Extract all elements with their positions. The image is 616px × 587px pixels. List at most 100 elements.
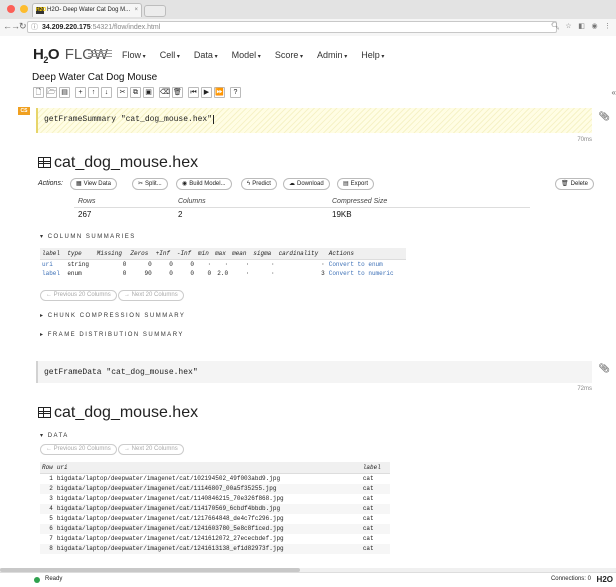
minimize-window-button[interactable]: [20, 5, 28, 13]
next-columns-button[interactable]: → Next 20 Columns: [118, 290, 184, 301]
column-label-link[interactable]: label: [40, 269, 65, 278]
paperclip-icon[interactable]: 📎︎: [599, 363, 610, 374]
table-cell: bigdata/laptop/deepwater/imagenet/cat/12…: [54, 524, 361, 534]
menu-score[interactable]: Score: [275, 50, 303, 60]
table-cell: cat: [360, 524, 390, 534]
tab-close-icon[interactable]: ×: [134, 4, 138, 17]
table-cell: string: [67, 261, 89, 268]
column-header: Row: [40, 462, 55, 474]
eraser-icon[interactable]: ⌫: [159, 87, 170, 98]
menu-model[interactable]: Model: [232, 50, 261, 60]
connections-status: Connections: 0: [550, 576, 591, 582]
cell-type-badge[interactable]: CS: [18, 107, 30, 115]
table-cell: 0: [122, 270, 127, 277]
chunk-compression-toggle[interactable]: ▸ CHUNK COMPRESSION SUMMARY: [40, 312, 185, 319]
new-file-icon[interactable]: 🗋: [33, 87, 44, 98]
zoom-icon[interactable]: 🔍︎: [551, 22, 560, 31]
menu-flow[interactable]: Flow: [122, 50, 146, 60]
divider: [74, 207, 530, 208]
table-cell: 1: [49, 475, 53, 482]
view-data-button[interactable]: ▦ View Data: [70, 178, 117, 190]
h2o-brand-icon: H2O: [596, 575, 613, 584]
open-folder-icon[interactable]: 🗁: [46, 87, 57, 98]
copy-icon[interactable]: ⧉: [130, 87, 141, 98]
notebook-content: CS getFrameSummary "cat_dog_mouse.hex" 📎…: [0, 100, 616, 568]
export-button[interactable]: ▤ Export: [337, 178, 375, 190]
previous-columns-button[interactable]: ← Previous 20 Columns: [40, 290, 117, 301]
h2o-favicon-icon: H2O: [36, 7, 47, 14]
build-model-button[interactable]: ◉ Build Model...: [176, 178, 232, 190]
close-window-button[interactable]: [7, 5, 15, 13]
table-cell: bigdata/laptop/deepwater/imagenet/cat/12…: [56, 535, 284, 542]
new-tab-button[interactable]: [144, 5, 166, 17]
column-header: max: [213, 248, 231, 260]
column-summaries-toggle[interactable]: ▾ COLUMN SUMMARIES: [40, 233, 136, 240]
help-icon[interactable]: ?: [230, 87, 241, 98]
data-toggle[interactable]: ▾ DATA: [40, 432, 69, 439]
table-cell: 2: [40, 484, 55, 494]
browser-tab[interactable]: H2O H2O- Deep Water Cat Dog M... ×: [32, 3, 142, 17]
table-cell: ·: [245, 261, 250, 268]
frame-distribution-toggle[interactable]: ▸ FRAME DISTRIBUTION SUMMARY: [40, 331, 184, 338]
tab-title: H2O- Deep Water Cat Dog M...: [47, 7, 131, 13]
status-bar: Ready Connections: 0 H2O: [0, 572, 616, 587]
menu-dots-icon[interactable]: ⋮: [603, 22, 612, 31]
step-icon[interactable]: ⏮: [188, 87, 199, 98]
cell-editor[interactable]: getFrameSummary "cat_dog_mouse.hex": [36, 108, 592, 133]
save-icon[interactable]: ▤: [59, 87, 70, 98]
table-cell: 90: [144, 270, 152, 277]
star-icon[interactable]: ☆: [564, 22, 573, 31]
table-cell: 0: [169, 261, 173, 268]
run-icon[interactable]: ▶: [201, 87, 212, 98]
notebook-title[interactable]: Deep Water Cat Dog Mouse: [32, 72, 157, 83]
frame-actions: Actions: ▦ View Data ✂ Split... ◉ Build Mod…: [38, 178, 594, 192]
table-cell: 2.0: [217, 270, 229, 277]
table-row: 6 bigdata/laptop/deepwater/imagenet/cat/1…: [40, 524, 390, 534]
next-columns-button[interactable]: → Next 20 Columns: [118, 444, 184, 455]
table-cell: 0: [169, 270, 173, 277]
split-button[interactable]: ✂ Split...: [132, 178, 168, 190]
column-header: +Inf: [153, 248, 175, 260]
predict-button[interactable]: ϟ Predict: [241, 178, 277, 190]
reload-icon[interactable]: ↻: [19, 21, 27, 32]
table-cell: 0: [190, 261, 195, 268]
menu-help[interactable]: Help: [361, 50, 384, 60]
cell-editor[interactable]: getFrameData "cat_dog_mouse.hex": [36, 361, 592, 383]
status-indicator: [34, 577, 40, 583]
menu-data[interactable]: Data: [194, 50, 218, 60]
extension-icon[interactable]: ◉: [590, 22, 599, 31]
save-icon: ▤: [343, 181, 349, 187]
table-cell: ·: [207, 261, 212, 268]
table-cell: 8: [40, 544, 55, 554]
menu-admin[interactable]: Admin: [317, 50, 347, 60]
move-up-icon[interactable]: ↑: [88, 87, 99, 98]
table-cell: ·: [245, 270, 250, 277]
convert-action-link[interactable]: Convert to enum: [327, 260, 406, 270]
paperclip-icon[interactable]: 📎︎: [599, 111, 610, 122]
table-icon: [38, 407, 51, 418]
trash-icon[interactable]: 🗑︎: [172, 87, 183, 98]
url-path: :54321/flow/index.html: [90, 24, 161, 31]
convert-action-link[interactable]: Convert to numeric: [327, 269, 406, 278]
move-down-icon[interactable]: ↓: [101, 87, 112, 98]
table-cell: bigdata/laptop/deepwater/imagenet/cat/10…: [56, 475, 281, 482]
cell-code: getFrameSummary "cat_dog_mouse.hex": [44, 115, 213, 124]
delete-button[interactable]: 🗑︎ Delete: [555, 178, 594, 190]
menu-cell[interactable]: Cell: [160, 50, 180, 60]
column-header: cardinality: [276, 248, 327, 260]
paste-icon[interactable]: ▣: [143, 87, 154, 98]
sidebar-collapse-icon[interactable]: «: [612, 88, 616, 97]
url-input[interactable]: ⓘ 34.209.220.175:54321/flow/index.html: [27, 21, 557, 33]
table-cell: 5: [49, 515, 53, 522]
address-bar-row: ← → ↻ ⓘ 34.209.220.175:54321/flow/index.…: [0, 19, 616, 36]
url-host: 34.209.220.175: [42, 24, 91, 31]
table-cell: enum: [67, 270, 82, 277]
cut-icon[interactable]: ✂: [117, 87, 128, 98]
column-label-link[interactable]: uri: [40, 260, 65, 270]
download-button[interactable]: ☁ Download: [283, 178, 330, 190]
add-cell-icon[interactable]: +: [75, 87, 86, 98]
extension-icon[interactable]: ◧: [577, 22, 586, 31]
run-all-icon[interactable]: ⏩: [214, 87, 225, 98]
previous-columns-button[interactable]: ← Previous 20 Columns: [40, 444, 117, 455]
table-cell: 0: [122, 261, 127, 268]
